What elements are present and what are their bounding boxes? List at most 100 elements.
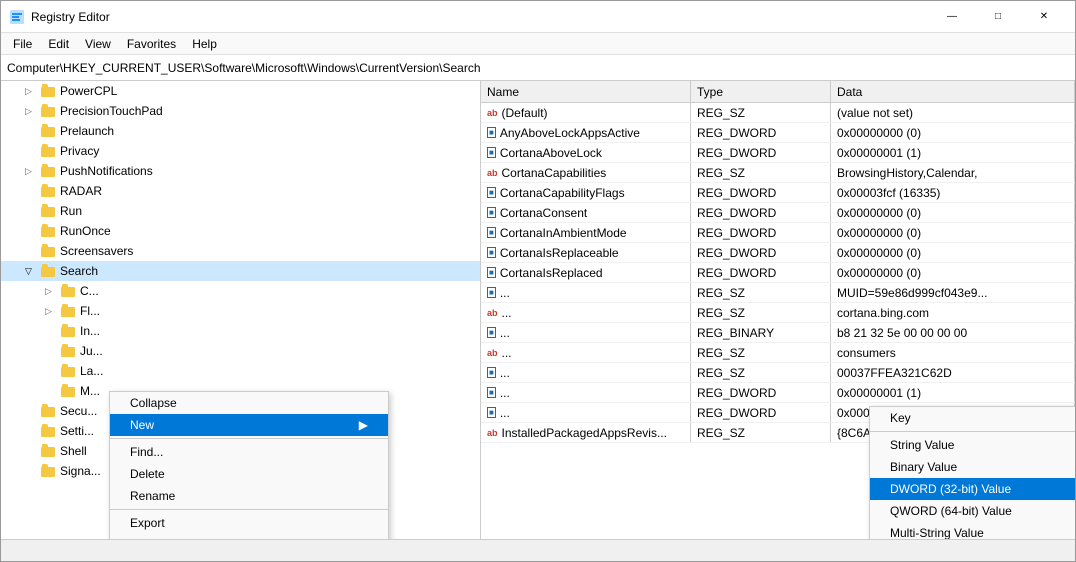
row-data: 0x00000000 (0) xyxy=(831,243,1075,262)
sub-multi-string[interactable]: Multi-String Value xyxy=(870,522,1075,539)
tree-item-screensavers[interactable]: Screensavers xyxy=(1,241,480,261)
tree-item-prelaunch[interactable]: Prelaunch xyxy=(1,121,480,141)
ctx-export[interactable]: Export xyxy=(110,512,388,534)
address-bar: Computer\HKEY_CURRENT_USER\Software\Micr… xyxy=(1,55,1075,81)
row-data: 0x00000000 (0) xyxy=(831,223,1075,242)
regedit-icon xyxy=(9,9,25,25)
row-type: REG_DWORD xyxy=(691,143,831,162)
tree-label: In... xyxy=(80,324,100,338)
tree-item-run[interactable]: Run xyxy=(1,201,480,221)
table-row[interactable]: ab... REG_SZ consumers xyxy=(481,343,1075,363)
menu-help[interactable]: Help xyxy=(184,35,225,53)
tree-item-runonce[interactable]: RunOnce xyxy=(1,221,480,241)
row-name: ■... xyxy=(481,283,691,302)
ctx-new[interactable]: New ▶ xyxy=(110,414,388,436)
tree-item-fl[interactable]: ▷ Fl... xyxy=(1,301,480,321)
ctx-find[interactable]: Find... xyxy=(110,441,388,463)
tree-item-la[interactable]: La... xyxy=(1,361,480,381)
folder-icon xyxy=(41,204,57,218)
table-row[interactable]: ■CortanaConsent REG_DWORD 0x00000000 (0) xyxy=(481,203,1075,223)
sub-string-value[interactable]: String Value xyxy=(870,434,1075,456)
tree-label: Shell xyxy=(60,444,87,458)
row-type: REG_SZ xyxy=(691,343,831,362)
tree-label: Secu... xyxy=(60,404,97,418)
folder-icon xyxy=(61,364,77,378)
ctx-collapse[interactable]: Collapse xyxy=(110,392,388,414)
tree-label: PrecisionTouchPad xyxy=(60,104,163,118)
tree-label: Fl... xyxy=(80,304,100,318)
tree-item-powercpl[interactable]: ▷ PowerCPL xyxy=(1,81,480,101)
sub-dword-value[interactable]: DWORD (32-bit) Value xyxy=(870,478,1075,500)
table-row[interactable]: ■... REG_SZ MUID=59e86d999cf043e9... xyxy=(481,283,1075,303)
sub-key[interactable]: Key xyxy=(870,407,1075,429)
table-row[interactable]: abCortanaCapabilities REG_SZ BrowsingHis… xyxy=(481,163,1075,183)
tree-label: Signa... xyxy=(60,464,101,478)
table-row[interactable]: ■CortanaIsReplaced REG_DWORD 0x00000000 … xyxy=(481,263,1075,283)
submenu-arrow-icon: ▶ xyxy=(359,418,368,432)
row-name: ■AnyAboveLockAppsActive xyxy=(481,123,691,142)
expand-arrow: ▷ xyxy=(25,86,41,97)
tree-item-in[interactable]: In... xyxy=(1,321,480,341)
row-name: ■... xyxy=(481,363,691,382)
row-data: 0x00000000 (0) xyxy=(831,263,1075,282)
folder-icon xyxy=(41,444,57,458)
maximize-button[interactable]: □ xyxy=(975,1,1021,33)
row-type: REG_DWORD xyxy=(691,203,831,222)
folder-icon xyxy=(41,464,57,478)
folder-icon xyxy=(41,84,57,98)
menu-edit[interactable]: Edit xyxy=(40,35,77,53)
row-type: REG_SZ xyxy=(691,103,831,122)
row-type: REG_SZ xyxy=(691,363,831,382)
row-name: ■CortanaAboveLock xyxy=(481,143,691,162)
table-row[interactable]: ■CortanaAboveLock REG_DWORD 0x00000001 (… xyxy=(481,143,1075,163)
row-name: ab... xyxy=(481,343,691,362)
table-row[interactable]: ab... REG_SZ cortana.bing.com xyxy=(481,303,1075,323)
tree-item-c[interactable]: ▷ C... xyxy=(1,281,480,301)
row-data: 0x00003fcf (16335) xyxy=(831,183,1075,202)
tree-label: Run xyxy=(60,204,82,218)
folder-icon xyxy=(41,184,57,198)
table-row[interactable]: ■... REG_BINARY b8 21 32 5e 00 00 00 00 xyxy=(481,323,1075,343)
tree-item-pushnotifications[interactable]: ▷ PushNotifications xyxy=(1,161,480,181)
folder-icon xyxy=(41,264,57,278)
tree-item-privacy[interactable]: Privacy xyxy=(1,141,480,161)
tree-item-precisiontouchpad[interactable]: ▷ PrecisionTouchPad xyxy=(1,101,480,121)
table-row[interactable]: ■CortanaCapabilityFlags REG_DWORD 0x0000… xyxy=(481,183,1075,203)
tree-label: RunOnce xyxy=(60,224,111,238)
sub-qword-value[interactable]: QWORD (64-bit) Value xyxy=(870,500,1075,522)
menu-view[interactable]: View xyxy=(77,35,119,53)
folder-icon xyxy=(41,104,57,118)
table-row[interactable]: ■CortanaInAmbientMode REG_DWORD 0x000000… xyxy=(481,223,1075,243)
expand-arrow: ▷ xyxy=(25,106,41,117)
row-data: b8 21 32 5e 00 00 00 00 xyxy=(831,323,1075,342)
row-name: ■... xyxy=(481,323,691,342)
table-row[interactable]: ■CortanaIsReplaceable REG_DWORD 0x000000… xyxy=(481,243,1075,263)
title-bar: Registry Editor — □ ✕ xyxy=(1,1,1075,33)
expand-arrow: ▷ xyxy=(45,306,61,317)
row-type: REG_SZ xyxy=(691,423,831,442)
table-row[interactable]: ■... REG_SZ 00037FFEA321C62D xyxy=(481,363,1075,383)
menu-favorites[interactable]: Favorites xyxy=(119,35,184,53)
address-path[interactable]: Computer\HKEY_CURRENT_USER\Software\Micr… xyxy=(7,61,481,75)
row-data: 0x00000001 (1) xyxy=(831,383,1075,402)
tree-item-ju[interactable]: Ju... xyxy=(1,341,480,361)
sub-binary-value[interactable]: Binary Value xyxy=(870,456,1075,478)
tree-item-search[interactable]: ▽ Search xyxy=(1,261,480,281)
row-type: REG_SZ xyxy=(691,163,831,182)
row-name: ■... xyxy=(481,383,691,402)
row-name: ■CortanaIsReplaced xyxy=(481,263,691,282)
row-name: ab... xyxy=(481,303,691,322)
ctx-rename[interactable]: Rename xyxy=(110,485,388,507)
ctx-delete[interactable]: Delete xyxy=(110,463,388,485)
table-row[interactable]: ■AnyAboveLockAppsActive REG_DWORD 0x0000… xyxy=(481,123,1075,143)
ctx-permissions[interactable]: Permissions... xyxy=(110,534,388,539)
tree-item-radar[interactable]: RADAR xyxy=(1,181,480,201)
menu-file[interactable]: File xyxy=(5,35,40,53)
table-row[interactable]: ab(Default) REG_SZ (value not set) xyxy=(481,103,1075,123)
minimize-button[interactable]: — xyxy=(929,1,975,33)
main-content: ▷ PowerCPL ▷ PrecisionTouchPad Prelaunch xyxy=(1,81,1075,539)
tree-label: PushNotifications xyxy=(60,164,153,178)
close-button[interactable]: ✕ xyxy=(1021,1,1067,33)
table-row[interactable]: ■... REG_DWORD 0x00000001 (1) xyxy=(481,383,1075,403)
row-name: abInstalledPackagedAppsRevis... xyxy=(481,423,691,442)
